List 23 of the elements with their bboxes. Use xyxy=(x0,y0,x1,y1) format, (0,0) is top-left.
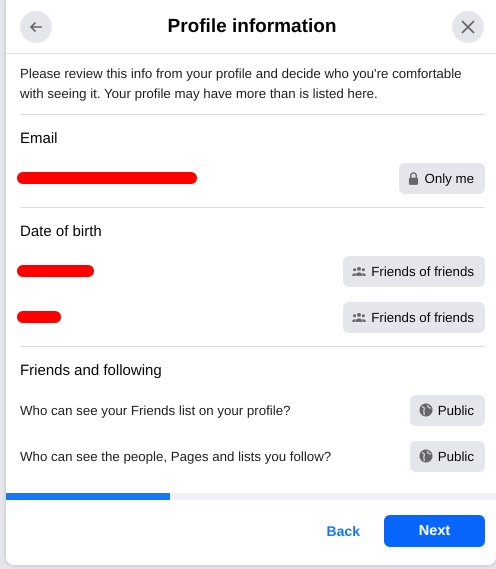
lock-icon xyxy=(408,172,420,184)
audience-button[interactable]: Public xyxy=(410,440,485,472)
back-link[interactable]: Back xyxy=(318,523,368,539)
close-icon xyxy=(460,18,476,34)
dialog-title: Profile information xyxy=(168,16,336,38)
section-heading: Email xyxy=(20,129,59,149)
people-icon xyxy=(352,312,366,322)
audience-button[interactable]: Public xyxy=(410,394,485,426)
section-heading: Friends and following xyxy=(20,361,163,381)
next-button[interactable]: Next xyxy=(384,515,485,547)
audience-button[interactable]: Only me xyxy=(399,162,485,194)
redaction-mark xyxy=(17,311,61,323)
globe-icon xyxy=(418,403,433,417)
globe-icon xyxy=(418,449,433,463)
back-button[interactable] xyxy=(20,10,52,42)
close-button[interactable] xyxy=(452,10,484,42)
audience-button[interactable]: Friends of friends xyxy=(343,302,485,332)
privacy-question: Who can see the people, Pages and lists you follow? xyxy=(20,448,332,464)
section-heading: Date of birth xyxy=(20,222,103,242)
audience-button[interactable]: Friends of friends xyxy=(343,256,485,286)
privacy-question: Who can see your Friends list on your profile? xyxy=(20,402,290,418)
people-icon xyxy=(352,266,366,276)
intro-text: Please review this info from your profile and decide who you're comfortable with seeing it. Your profile may have more than is listed here. xyxy=(20,54,485,115)
